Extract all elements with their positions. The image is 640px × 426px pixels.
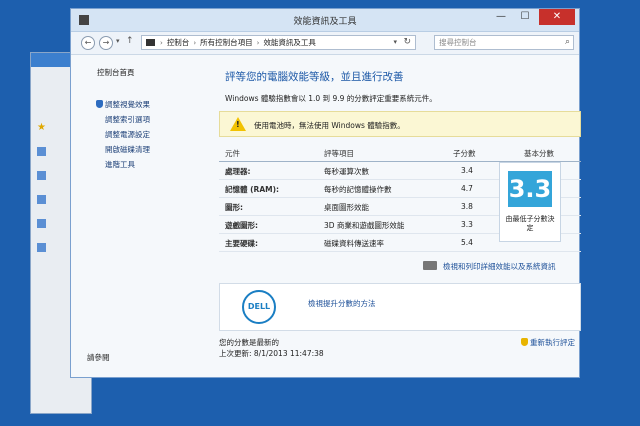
subscore: 4.7 xyxy=(461,184,473,193)
base-score-panel: 3.3 由最低子分數決 定 xyxy=(499,162,561,242)
rated-item: 每秒運算次數 xyxy=(324,167,369,176)
see-also-label: 請參閱 xyxy=(87,353,110,362)
page-title: 評等您的電腦效能等級，並且進行改善 xyxy=(225,71,404,83)
header-subscore: 子分數 xyxy=(453,149,476,158)
breadcrumb-performance[interactable]: 效能資訊及工具 xyxy=(263,37,316,48)
folder-icon xyxy=(37,147,46,156)
minimize-button[interactable]: — xyxy=(489,9,513,25)
component-name: 主要硬碟: xyxy=(225,239,258,248)
base-score-note-line: 由最低子分數決 xyxy=(505,215,555,223)
up-button[interactable]: ↑ xyxy=(126,36,134,46)
address-dropdown-icon[interactable]: ▾ xyxy=(393,38,397,46)
improve-score-link[interactable]: 檢視提升分數的方法 xyxy=(308,298,376,309)
sidebar: 控制台首頁 調整視覺效果 調整索引選項 調整電源設定 開啟磁碟清理 進階工具 請… xyxy=(71,55,211,377)
title-bar[interactable]: 效能資訊及工具 — ☐ ✕ xyxy=(71,9,579,32)
header-rated-item: 評等項目 xyxy=(324,149,354,158)
sidebar-home-link[interactable]: 控制台首頁 xyxy=(97,67,135,78)
sidebar-item-indexing[interactable]: 調整索引選項 xyxy=(105,114,150,125)
drive-icon xyxy=(37,195,46,204)
breadcrumb-separator-icon[interactable]: › xyxy=(193,39,196,47)
breadcrumb-separator-icon[interactable]: › xyxy=(257,39,260,47)
component-name: 圖形: xyxy=(225,203,243,212)
rated-item: 磁碟資料傳送速率 xyxy=(324,239,384,248)
search-input[interactable]: 搜尋控制台 ⌕ xyxy=(434,35,574,50)
base-score-note: 由最低子分數決 定 xyxy=(500,215,560,233)
rated-item: 每秒的記憶體操作數 xyxy=(324,185,392,194)
rerun-assessment-link[interactable]: 重新執行評定 xyxy=(521,337,575,348)
main-content: 評等您的電腦效能等級，並且進行改善 Windows 體驗指數會以 1.0 到 9… xyxy=(219,55,581,377)
control-panel-folder-icon xyxy=(146,39,155,46)
sidebar-item-advanced-tools[interactable]: 進階工具 xyxy=(105,159,135,170)
rated-item: 3D 商業和遊戲圖形效能 xyxy=(324,221,405,230)
sidebar-item-power[interactable]: 調整電源設定 xyxy=(105,129,150,140)
battery-warning-banner: ! 使用電池時，無法使用 Windows 體驗指數。 xyxy=(219,111,581,137)
base-score-tile: 3.3 xyxy=(508,171,552,207)
address-bar[interactable]: › 控制台 › 所有控制台項目 › 效能資訊及工具 ▾ ↻ xyxy=(141,35,416,50)
sidebar-item-label: 調整視覺效果 xyxy=(105,100,150,109)
component-name: 遊戲圖形: xyxy=(225,221,258,230)
warning-text: 使用電池時，無法使用 Windows 體驗指數。 xyxy=(254,121,405,130)
subscore: 5.4 xyxy=(461,238,473,247)
subscore: 3.3 xyxy=(461,220,473,229)
printer-icon xyxy=(423,261,437,270)
address-row: ← → ▾ ↑ › 控制台 › 所有控制台項目 › 效能資訊及工具 ▾ ↻ 搜尋… xyxy=(71,32,579,55)
warning-icon: ! xyxy=(230,117,246,131)
close-button[interactable]: ✕ xyxy=(539,9,575,25)
subscore: 3.4 xyxy=(461,166,473,175)
recent-locations-chevron-icon[interactable]: ▾ xyxy=(116,37,120,45)
rerun-label: 重新執行評定 xyxy=(530,338,575,347)
sidebar-item-visual-effects[interactable]: 調整視覺效果 xyxy=(96,99,150,110)
last-updated: 上次更新: 8/1/2013 11:47:38 xyxy=(219,349,324,358)
rated-item: 桌面圖形效能 xyxy=(324,203,369,212)
table-header: 元件 評等項目 子分數 基本分數 xyxy=(219,145,581,162)
search-icon[interactable]: ⌕ xyxy=(565,36,570,49)
refresh-icon[interactable]: ↻ xyxy=(403,37,411,47)
breadcrumb-control-panel[interactable]: 控制台 xyxy=(167,37,190,48)
breadcrumb-all-items[interactable]: 所有控制台項目 xyxy=(200,37,253,48)
subscore: 3.8 xyxy=(461,202,473,211)
maximize-button[interactable]: ☐ xyxy=(513,9,537,25)
dell-tips-panel: DELL 檢視提升分數的方法 xyxy=(219,283,581,331)
page-subtitle: Windows 體驗指數會以 1.0 到 9.9 的分數評定重要系統元件。 xyxy=(225,94,437,103)
shield-icon xyxy=(521,338,528,346)
component-name: 記憶體 (RAM): xyxy=(225,185,280,194)
component-name: 處理器: xyxy=(225,167,251,176)
favorites-star-icon: ★ xyxy=(37,122,46,133)
back-button[interactable]: ← xyxy=(81,36,95,50)
sidebar-item-disk-cleanup[interactable]: 開啟磁碟清理 xyxy=(105,144,150,155)
performance-window: 效能資訊及工具 — ☐ ✕ ← → ▾ ↑ › 控制台 › 所有控制台項目 › … xyxy=(70,8,581,378)
breadcrumb-separator-icon[interactable]: › xyxy=(160,39,163,47)
network-icon xyxy=(37,219,46,228)
folder-icon xyxy=(37,171,46,180)
computer-icon xyxy=(37,243,46,252)
base-score-note-line: 定 xyxy=(526,224,534,232)
forward-button[interactable]: → xyxy=(99,36,113,50)
dell-logo: DELL xyxy=(242,290,276,324)
score-status: 您的分數是最新的 xyxy=(219,338,279,347)
print-details-label: 檢視和列印詳細效能以及系統資訊 xyxy=(443,262,556,271)
header-component: 元件 xyxy=(225,149,240,158)
shield-icon xyxy=(96,100,103,108)
header-base-score: 基本分數 xyxy=(524,149,554,158)
background-icon-strip: ★ xyxy=(37,123,47,323)
search-placeholder: 搜尋控制台 xyxy=(439,38,477,47)
print-details-link[interactable]: 檢視和列印詳細效能以及系統資訊 xyxy=(423,261,556,272)
